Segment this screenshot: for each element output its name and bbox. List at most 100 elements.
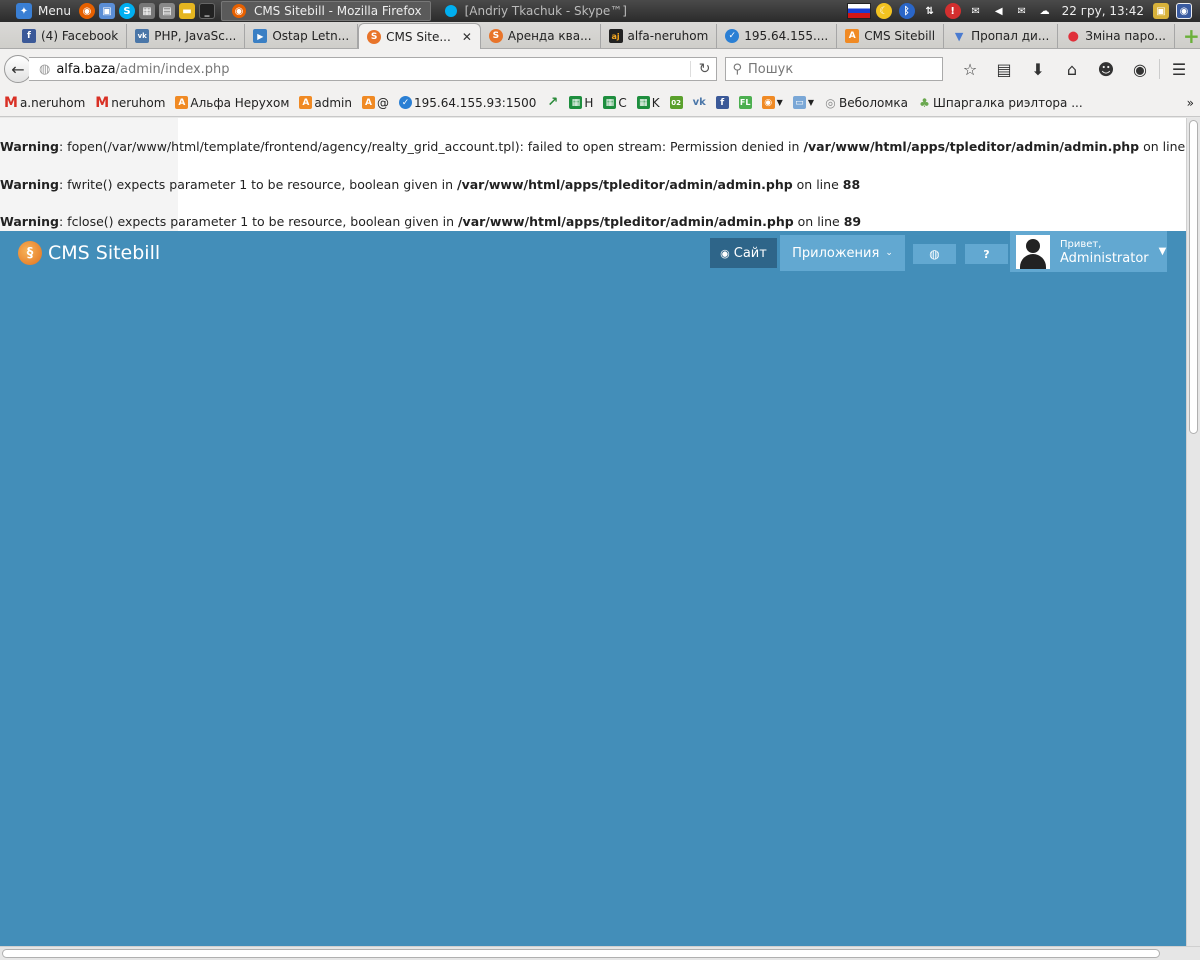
tab-label: Аренда ква... (507, 29, 592, 43)
firefox-tray-icon[interactable]: ◉ (1176, 3, 1192, 19)
tab-ip-address[interactable]: ✓ 195.64.155.... (717, 24, 838, 48)
vertical-scrollbar[interactable] (1186, 118, 1200, 946)
alfa-icon: A (845, 29, 860, 43)
tab-arenda[interactable]: S Аренда ква... (481, 24, 601, 48)
check-icon: ✓ (399, 96, 412, 109)
weather-icon[interactable]: ☾ (875, 3, 892, 19)
clouds-icon[interactable]: ☁ (1037, 3, 1053, 19)
clock[interactable]: 22 гру, 13:42 (1062, 4, 1144, 18)
bookmark-alfa-neruhom[interactable]: A Альфа Нерухом (175, 96, 289, 110)
brand-title: CMS Sitebill (48, 242, 161, 264)
bookmark-sheet-c[interactable]: ▦ C (603, 96, 627, 110)
bookmark-label: H (584, 95, 594, 110)
bookmark-neruhom[interactable]: M neruhom (95, 95, 165, 111)
chevron-down-icon: ▼ (776, 98, 783, 107)
update-alert-icon[interactable]: ! (944, 3, 961, 19)
bookmark-shpargalka[interactable]: ♣ Шпаргалка риэлтора ... (918, 96, 1083, 110)
bookmark-counter[interactable]: 02 (669, 96, 683, 109)
calculator-launcher-icon[interactable]: ▦ (138, 3, 155, 19)
vertical-scroll-thumb[interactable] (1189, 120, 1198, 434)
task-skype[interactable]: [Andriy Tkachuk - Skype™] (435, 1, 635, 21)
user-greeting: Привет, (1060, 238, 1102, 250)
messages-icon[interactable]: ✉ (1014, 3, 1030, 19)
sync-icon[interactable]: ◉ (1123, 56, 1157, 82)
tab-facebook[interactable]: f (4) Facebook (14, 24, 128, 48)
home-icon[interactable]: ⌂ (1055, 56, 1089, 82)
tab-label: Ostap Letn... (272, 29, 350, 43)
site-button[interactable]: ◉ Сайт (710, 238, 777, 268)
tab-alfa-neruhom[interactable]: aj alfa-neruhom (601, 24, 718, 48)
check-icon: ✓ (725, 29, 740, 43)
bookmark-chart[interactable]: ↗ (546, 95, 559, 110)
lock-icon[interactable]: ▣ (1153, 3, 1169, 19)
alfa-icon: A (299, 96, 313, 109)
site-identity-icon[interactable]: ◍ (39, 62, 50, 77)
back-button[interactable]: ← (4, 55, 32, 83)
tab-zmina-parolyu[interactable]: ● Зміна паро... (1058, 24, 1175, 48)
bluetooth-icon[interactable]: ᛒ (898, 3, 915, 19)
avatar (1016, 234, 1050, 269)
tab-label: Пропал ди... (971, 29, 1050, 43)
bookmark-a-neruhom[interactable]: M a.neruhom (4, 95, 85, 111)
bookmark-fl[interactable]: FL (738, 96, 752, 109)
bookmark-vebolomka[interactable]: ◎ Веболомка (824, 96, 908, 110)
tab-ostap[interactable]: ▶ Ostap Letn... (245, 24, 359, 48)
bookmark-ip-port[interactable]: ✓ 195.64.155.93:1500 (399, 96, 536, 110)
bookmarks-overflow-icon[interactable]: » (1187, 96, 1194, 110)
bookmark-star-icon[interactable]: ☆ (953, 56, 987, 82)
bookmark-label: neruhom (111, 95, 166, 110)
horizontal-scroll-thumb[interactable] (2, 949, 1160, 958)
user-menu[interactable]: Привет, Administrator ▼ (1010, 231, 1167, 272)
tab-cms-sitebill[interactable]: A CMS Sitebill (837, 24, 945, 48)
settings-launcher-icon[interactable]: ▤ (158, 3, 175, 19)
downloads-icon[interactable]: ⬇ (1021, 56, 1055, 82)
tab-php-javascript[interactable]: vk PHP, JavaSc... (127, 24, 246, 48)
bookmarks-toolbar: M a.neruhom M neruhom A Альфа Нерухом A … (0, 89, 1200, 117)
search-input[interactable]: ⚲ Пошук (725, 57, 943, 81)
chat-icon[interactable]: ☻ (1089, 56, 1123, 82)
reload-icon[interactable]: ↻ (689, 61, 710, 77)
start-menu-button[interactable]: ✦ Menu (0, 0, 77, 22)
bookmark-admin[interactable]: A admin (299, 96, 352, 110)
applications-dropdown[interactable]: Приложения ⌄ (780, 235, 905, 271)
tab-cms-sitebill-active[interactable]: S CMS Site... ✕ (358, 23, 481, 49)
keyboard-layout-flag-icon[interactable] (846, 3, 871, 19)
bookmark-facebook[interactable]: f (715, 96, 729, 109)
volume-icon[interactable]: ◀ (991, 3, 1007, 19)
gmail-icon: M (4, 94, 18, 111)
brand-logo[interactable]: § CMS Sitebill (18, 241, 160, 265)
bookmark-label: 195.64.155.93:1500 (414, 95, 537, 110)
task-firefox[interactable]: ◉ CMS Sitebill - Mozilla Firefox (220, 1, 431, 21)
close-tab-icon[interactable]: ✕ (462, 30, 472, 44)
reading-list-icon[interactable]: ▤ (987, 56, 1021, 82)
firefox-launcher-icon[interactable]: ◉ (78, 3, 95, 19)
mail-icon[interactable]: ✉ (968, 3, 984, 19)
caret-down-icon: ▼ (1158, 246, 1167, 257)
bookmark-label: Веболомка (838, 95, 909, 110)
new-tab-icon[interactable]: + (1183, 24, 1200, 48)
bookmark-sheet-k[interactable]: ▦ K (636, 96, 660, 110)
leaf-icon: ♣ (919, 95, 930, 110)
admin-panel: § CMS Sitebill ◉ Сайт Приложения ⌄ ◍ ? П… (0, 231, 1186, 946)
hamburger-menu-icon[interactable]: ☰ (1162, 56, 1196, 82)
image-viewer-launcher-icon[interactable]: ▣ (98, 3, 115, 19)
menu-logo-icon: ✦ (16, 3, 32, 19)
bookmark-vk[interactable]: vk (693, 96, 706, 109)
warning-file: /var/www/html/apps/tpleditor/admin/admin… (803, 139, 1140, 154)
skype-launcher-icon[interactable]: S (118, 3, 135, 19)
url-bar[interactable]: ◍ alfa.baza/admin/index.php ↻ (29, 57, 718, 81)
bookmark-sheet-h[interactable]: ▦ H (569, 96, 593, 110)
bookmark-folder[interactable]: ▭ ▼ (792, 96, 814, 109)
horizontal-scrollbar[interactable] (0, 946, 1200, 960)
php-warning: Warning: fwrite() expects parameter 1 to… (0, 177, 860, 192)
folder-launcher-icon[interactable]: ▬ (178, 3, 195, 19)
toolbar-icons: ☆ ▤ ⬇ ⌂ ☻ ◉ ☰ (953, 56, 1196, 82)
bookmark-rss[interactable]: ◉ ▼ (761, 96, 783, 109)
language-button[interactable]: ◍ (913, 244, 956, 264)
network-icon[interactable]: ⇅ (922, 3, 938, 19)
tab-propal[interactable]: ▼ Пропал ди... (944, 24, 1059, 48)
tab-label: alfa-neruhom (627, 29, 709, 43)
help-button[interactable]: ? (965, 244, 1008, 264)
bookmark-at[interactable]: A @ (362, 96, 389, 110)
terminal-launcher-icon[interactable]: _ (198, 3, 215, 19)
